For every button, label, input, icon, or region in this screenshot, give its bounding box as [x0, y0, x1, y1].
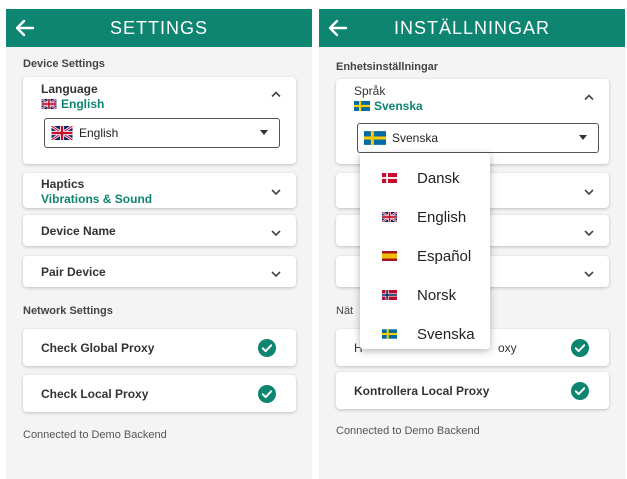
haptics-label: Haptics — [41, 177, 85, 191]
chevron-up-icon[interactable] — [270, 90, 282, 98]
language-current-text: Svenska — [374, 99, 423, 113]
check-circle-icon — [258, 339, 276, 357]
app-bar: INSTÄLLNINGAR — [319, 9, 625, 47]
menu-item-label: Norsk — [417, 286, 457, 304]
language-current: English — [41, 97, 104, 111]
menu-item-label: English — [417, 208, 467, 226]
pair-device-card[interactable]: Pair Device — [23, 256, 296, 287]
language-select-value: English — [79, 126, 119, 140]
language-menu: Dansk English Español Norsk Svenska — [360, 153, 490, 349]
device-settings-heading: Enhetsinställningar — [336, 61, 439, 73]
chevron-up-icon[interactable] — [583, 93, 595, 101]
app-bar: SETTINGS — [6, 9, 312, 47]
language-select[interactable]: Svenska — [357, 123, 599, 153]
check-circle-icon — [571, 339, 589, 357]
caret-down-icon — [579, 135, 587, 140]
settings-screen-swedish: INSTÄLLNINGAR Enhetsinställningar Språk … — [319, 9, 625, 479]
check-global-proxy-label-end: oxy — [498, 341, 517, 355]
check-circle-icon — [571, 382, 589, 400]
check-local-proxy-card[interactable]: Check Local Proxy — [23, 375, 296, 412]
language-current: Svenska — [354, 99, 423, 113]
spain-flag-icon — [382, 251, 397, 261]
chevron-down-icon[interactable] — [270, 188, 282, 196]
check-local-proxy-label: Kontrollera Local Proxy — [354, 384, 490, 398]
menu-item-label: Español — [417, 247, 472, 265]
chevron-down-icon[interactable] — [583, 188, 595, 196]
page-title: INSTÄLLNINGAR — [393, 18, 551, 38]
sweden-flag-icon — [354, 101, 370, 111]
menu-item-dansk[interactable]: Dansk — [360, 159, 490, 197]
page-title: SETTINGS — [109, 18, 208, 38]
norway-flag-icon — [382, 290, 397, 300]
check-global-proxy-label: Check Global Proxy — [41, 341, 155, 355]
menu-item-english[interactable]: English — [360, 198, 490, 236]
sweden-flag-icon — [364, 131, 386, 145]
denmark-flag-icon — [382, 173, 397, 183]
language-label: Språk — [354, 84, 386, 98]
chevron-down-icon[interactable] — [583, 229, 595, 237]
chevron-down-icon[interactable] — [270, 229, 282, 237]
caret-down-icon — [260, 130, 268, 135]
device-settings-heading: Device Settings — [23, 58, 105, 70]
sweden-flag-icon — [382, 329, 397, 339]
haptics-card[interactable]: Haptics Vibrations & Sound — [23, 173, 296, 208]
chevron-down-icon[interactable] — [270, 270, 282, 278]
network-settings-heading: Network Settings — [23, 305, 113, 317]
menu-item-norsk[interactable]: Norsk — [360, 276, 490, 314]
check-local-proxy-label: Check Local Proxy — [41, 387, 149, 401]
menu-item-svenska[interactable]: Svenska — [360, 315, 490, 353]
device-name-label: Device Name — [41, 224, 116, 238]
language-card: Language English English — [23, 77, 296, 164]
menu-item-espanol[interactable]: Español — [360, 237, 490, 275]
haptics-value: Vibrations & Sound — [41, 192, 153, 206]
check-local-proxy-card[interactable]: Kontrollera Local Proxy — [336, 372, 609, 409]
uk-flag-icon — [41, 99, 57, 109]
settings-screen-english: SETTINGS Device Settings Language Englis… — [6, 9, 312, 479]
language-current-text: English — [61, 97, 105, 111]
network-settings-heading-partial: Nät — [336, 305, 354, 317]
language-label: Language — [41, 82, 98, 96]
language-select[interactable]: English — [44, 118, 280, 148]
menu-item-label: Dansk — [417, 169, 460, 187]
backend-status: Connected to Demo Backend — [336, 425, 480, 437]
uk-flag-icon — [382, 212, 397, 222]
menu-item-label: Svenska — [417, 325, 475, 343]
pair-device-label: Pair Device — [41, 265, 106, 279]
backend-status: Connected to Demo Backend — [23, 429, 167, 441]
chevron-down-icon[interactable] — [583, 270, 595, 278]
check-circle-icon — [258, 385, 276, 403]
language-select-value: Svenska — [392, 131, 439, 145]
device-name-card[interactable]: Device Name — [23, 215, 296, 246]
language-card: Språk Svenska Svenska — [336, 79, 609, 164]
check-global-proxy-card[interactable]: Check Global Proxy — [23, 329, 296, 366]
uk-flag-icon — [51, 126, 73, 140]
